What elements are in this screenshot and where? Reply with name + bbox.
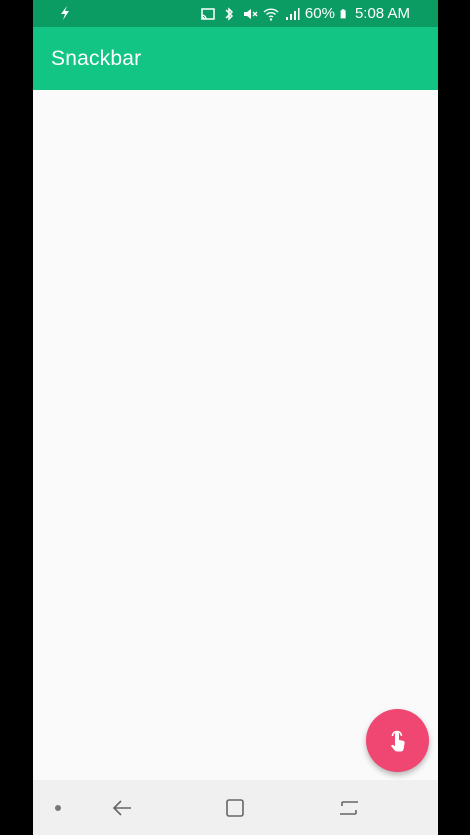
wifi-icon xyxy=(263,7,279,21)
page-title: Snackbar xyxy=(51,47,142,70)
mute-icon xyxy=(243,8,258,19)
recents-icon[interactable] xyxy=(338,797,360,819)
navigation-bar xyxy=(33,780,438,835)
battery-percent: 60% xyxy=(304,5,335,22)
status-icons: 60% 5:08 AM xyxy=(200,0,410,27)
flash-icon xyxy=(61,6,69,20)
app-bar: Snackbar xyxy=(33,27,438,90)
bluetooth-icon xyxy=(225,6,233,21)
touch-gesture-icon xyxy=(390,730,405,752)
show-snackbar-fab-button[interactable] xyxy=(366,709,429,772)
battery-icon xyxy=(340,8,346,18)
home-icon[interactable] xyxy=(224,797,246,819)
cast-icon xyxy=(201,7,215,20)
phone-screen: 60% 5:08 AM Snackbar xyxy=(33,0,438,835)
dot-icon[interactable] xyxy=(51,797,73,819)
main-content xyxy=(33,90,438,780)
back-icon[interactable] xyxy=(111,797,133,819)
status-time: 5:08 AM xyxy=(354,5,410,22)
status-bar: 60% 5:08 AM xyxy=(33,0,438,27)
signal-icon xyxy=(285,7,300,20)
